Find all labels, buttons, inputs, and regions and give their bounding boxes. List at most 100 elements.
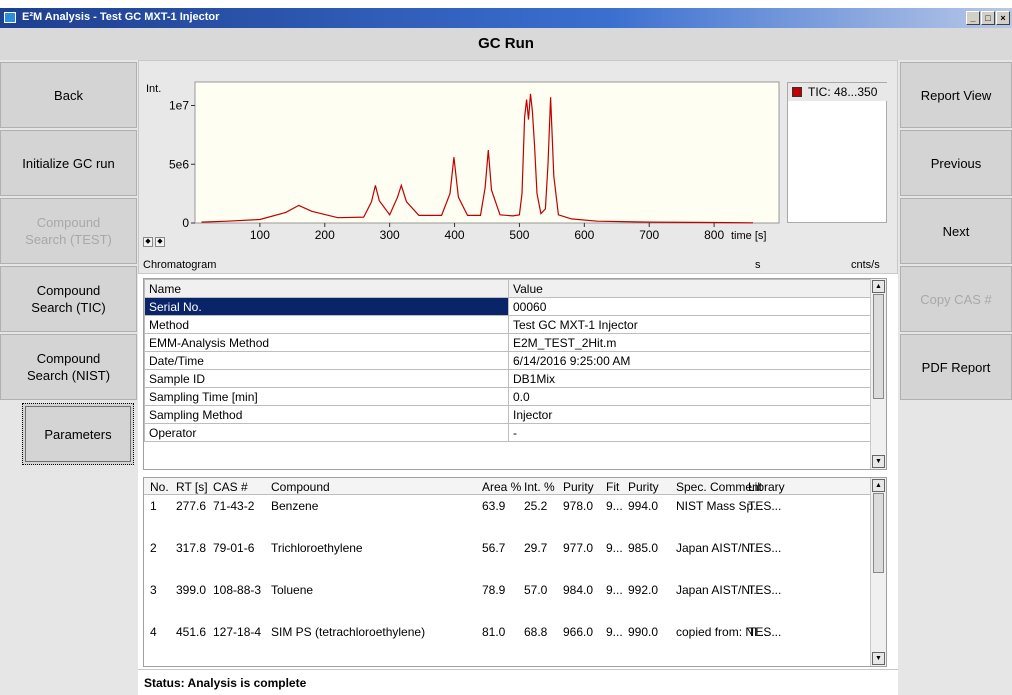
results-header-cell[interactable]: Int. % [524,480,555,494]
page-title: GC Run [478,35,534,52]
copy-cas-button[interactable]: Copy CAS # [900,266,1012,332]
scroll-down-icon[interactable]: ▼ [872,652,885,665]
window-controls: _ □ × [966,11,1010,25]
info-row[interactable]: Sampling Time [min] 0.0 [144,387,872,406]
results-header-cell[interactable]: Compound [271,480,330,494]
legend-label: TIC: 48...350 [808,85,878,99]
results-cell: TES... [748,625,782,639]
results-cell: Benzene [271,499,319,513]
results-cell: 57.0 [524,583,548,597]
back-button[interactable]: Back [0,62,137,128]
table-row[interactable]: 3 399.0 108-88-3 Toluene 78.9 57.0 984.0 9... 99… [144,583,872,599]
results-cell: 78.9 [482,583,506,597]
close-icon[interactable]: × [996,11,1010,25]
status-text: Status: Analysis is complete [144,676,307,690]
results-cell: SIM PS (tetrachloroethylene) [271,625,426,639]
results-cell: 984.0 [563,583,594,597]
info-value-cell: Injector [508,405,872,424]
report-view-button[interactable]: Report View [900,62,1012,128]
results-cell: 71-43-2 [213,499,255,513]
scroll-down-icon[interactable]: ▼ [872,455,885,468]
info-value-cell: 0.0 [508,387,872,406]
info-name-cell: Operator [144,423,509,442]
minimize-icon[interactable]: _ [966,11,980,25]
results-cell: 966.0 [563,625,594,639]
results-header-cell[interactable]: Area % [482,480,521,494]
results-cell: 977.0 [563,541,594,555]
right-nav: Report View Previous Next Copy CAS # PDF… [898,60,1012,695]
info-value-cell: DB1Mix [508,369,872,388]
results-header-cell[interactable]: Purity [563,480,594,494]
results-cell: 451.6 [176,625,207,639]
results-scrollbar[interactable]: ▲ ▼ [870,478,886,666]
scroll-right-icon[interactable]: ◆ [155,237,165,247]
scroll-left-icon[interactable]: ◆ [143,237,153,247]
scroll-thumb[interactable] [873,294,884,399]
info-row[interactable]: Serial No. 00060 [144,297,872,316]
previous-button[interactable]: Previous [900,130,1012,196]
y-unit-label: cnts/s [851,259,880,271]
compound-search-test-button[interactable]: Compound Search (TEST) [0,198,137,264]
scroll-up-icon[interactable]: ▲ [872,479,885,492]
results-cell: 63.9 [482,499,506,513]
table-row[interactable]: 4 451.6 127-18-4 SIM PS (tetrachloroethylen… [144,625,872,641]
results-cell: 108-88-3 [213,583,262,597]
info-col-name[interactable]: Name [144,279,509,298]
results-cell: TES... [748,499,782,513]
results-cell: TES... [748,583,782,597]
results-header-cell[interactable]: RT [s] [176,480,208,494]
x-axis-label: time [s] [731,230,766,242]
left-nav: Back Initialize GC run Compound Search (… [0,60,138,695]
x-tick-label: 100 [250,228,270,242]
info-col-value[interactable]: Value [508,279,872,298]
run-info-table: Name Value Serial No. 00060 Method Test GC … [143,278,887,470]
maximize-icon[interactable]: □ [981,11,995,25]
results-table: No. RT [s] CAS # Compound Area % Int. % Purity… [143,477,887,667]
results-cell: 277.6 [176,499,207,513]
initialize-gc-run-button[interactable]: Initialize GC run [0,130,137,196]
pdf-report-button[interactable]: PDF Report [900,334,1012,400]
results-header-cell[interactable]: Fit [606,480,619,494]
x-unit-label: s [755,259,761,271]
y-axis-label: Int. [146,83,161,95]
info-row[interactable]: Sampling Method Injector [144,405,872,424]
x-tick-label: 200 [315,228,335,242]
legend-item-tic[interactable]: TIC: 48...350 [788,83,888,101]
info-scrollbar[interactable]: ▲ ▼ [870,279,886,469]
next-button[interactable]: Next [900,198,1012,264]
info-row[interactable]: Method Test GC MXT-1 Injector [144,315,872,334]
compound-search-nist-button[interactable]: Compound Search (NIST) [0,334,137,400]
info-value-cell: 00060 [508,297,872,316]
parameters-button[interactable]: Parameters [22,403,134,465]
chart-legend: TIC: 48...350 [787,82,888,223]
info-name-cell: Date/Time [144,351,509,370]
window-title: E²M Analysis - Test GC MXT-1 Injector [22,11,220,23]
info-name-cell: Sample ID [144,369,509,388]
info-row[interactable]: Operator - [144,423,872,442]
results-cell: 9... [606,541,623,555]
info-header-row: Name Value [144,279,872,298]
results-cell: 994.0 [628,499,659,513]
scroll-up-icon[interactable]: ▲ [872,280,885,293]
info-row[interactable]: Date/Time 6/14/2016 9:25:00 AM [144,351,872,370]
compound-search-tic-button[interactable]: Compound Search (TIC) [0,266,137,332]
chart-scroll-arrows: ◆ ◆ [143,237,165,247]
info-row[interactable]: Sample ID DB1Mix [144,369,872,388]
window-titlebar: E²M Analysis - Test GC MXT-1 Injector _ … [0,8,1012,28]
info-name-cell: Sampling Time [min] [144,387,509,406]
results-cell: 985.0 [628,541,659,555]
results-header-cell[interactable]: Purity [628,480,659,494]
table-row[interactable]: 1 277.6 71-43-2 Benzene 63.9 25.2 978.0 9... 994… [144,499,872,515]
info-name-cell: Sampling Method [144,405,509,424]
results-cell: 9... [606,499,623,513]
results-cell: 399.0 [176,583,207,597]
page-header: GC Run [0,28,1012,60]
results-header-cell[interactable]: No. [150,480,169,494]
table-row[interactable]: 2 317.8 79-01-6 Trichloroethylene 56.7 29.7 97… [144,541,872,557]
results-cell: 81.0 [482,625,506,639]
results-header-cell[interactable]: CAS # [213,480,248,494]
scroll-thumb[interactable] [873,493,884,573]
info-row[interactable]: EMM-Analysis Method E2M_TEST_2Hit.m [144,333,872,352]
x-tick-label: 700 [639,228,659,242]
results-header-cell[interactable]: Library [748,480,785,494]
